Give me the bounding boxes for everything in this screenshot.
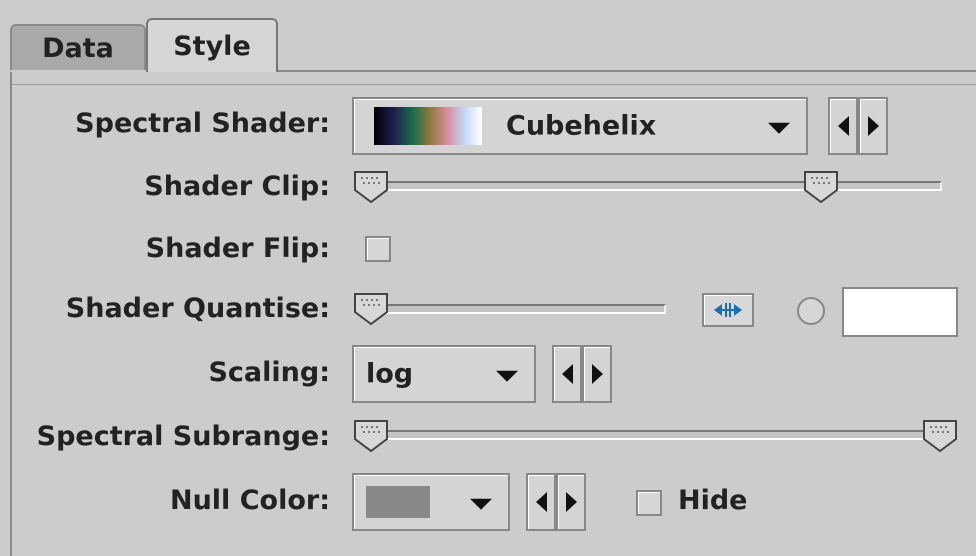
- shader-swatch: [374, 107, 482, 145]
- spectral-subrange-high-thumb[interactable]: [922, 419, 958, 453]
- chevron-down-icon: [496, 370, 518, 382]
- chevron-down-icon: [470, 498, 492, 510]
- tab-data[interactable]: Data: [10, 24, 146, 70]
- scaling-stepper: [552, 345, 612, 403]
- quantise-text-field[interactable]: [842, 287, 958, 337]
- spectral-subrange-label: Spectral Subrange:: [36, 421, 330, 452]
- shader-clip-low-thumb[interactable]: [353, 170, 389, 204]
- shader-quantise-track[interactable]: [366, 304, 666, 314]
- previous-button[interactable]: [828, 97, 858, 155]
- hide-checkbox[interactable]: [636, 490, 662, 516]
- quantise-radio[interactable]: [797, 297, 825, 325]
- scaling-label: Scaling:: [208, 357, 330, 388]
- shader-quantise-label: Shader Quantise:: [65, 293, 330, 324]
- spectral-subrange-low-thumb[interactable]: [353, 419, 389, 453]
- tab-data-label: Data: [42, 32, 114, 64]
- spectral-shader-label: Spectral Shader:: [75, 108, 330, 139]
- null-color-swatch: [366, 486, 430, 518]
- panel-top-border: [12, 84, 976, 85]
- arrow-left-icon: [561, 364, 573, 384]
- fit-width-icon: [714, 303, 742, 317]
- spectral-subrange-track[interactable]: [366, 430, 946, 440]
- scaling-value: log: [366, 358, 414, 390]
- shader-flip-label: Shader Flip:: [145, 233, 330, 264]
- next-button[interactable]: [556, 473, 586, 531]
- arrow-right-icon: [591, 364, 603, 384]
- shader-quantise-thumb[interactable]: [353, 292, 389, 326]
- arrow-left-icon: [535, 492, 547, 512]
- null-color-combo[interactable]: [352, 473, 510, 531]
- spectral-shader-stepper: [828, 97, 888, 155]
- spectral-shader-combo[interactable]: Cubehelix: [352, 97, 808, 155]
- next-button[interactable]: [858, 97, 888, 155]
- shader-clip-label: Shader Clip:: [144, 171, 330, 202]
- shader-flip-checkbox[interactable]: [365, 236, 391, 262]
- hide-label: Hide: [678, 485, 748, 516]
- arrow-left-icon: [837, 116, 849, 136]
- null-color-label: Null Color:: [169, 485, 330, 516]
- shader-clip-high-thumb[interactable]: [803, 170, 839, 204]
- tab-style[interactable]: Style: [146, 18, 278, 72]
- shader-clip-track[interactable]: [366, 181, 942, 191]
- scaling-combo[interactable]: log: [352, 345, 536, 403]
- null-color-stepper: [526, 473, 586, 531]
- arrow-right-icon: [565, 492, 577, 512]
- next-button[interactable]: [582, 345, 612, 403]
- spectral-shader-value: Cubehelix: [506, 110, 657, 142]
- previous-button[interactable]: [526, 473, 556, 531]
- arrow-right-icon: [867, 116, 879, 136]
- quantise-fit-button[interactable]: [702, 293, 754, 327]
- previous-button[interactable]: [552, 345, 582, 403]
- chevron-down-icon: [768, 122, 790, 134]
- tab-style-label: Style: [173, 30, 251, 62]
